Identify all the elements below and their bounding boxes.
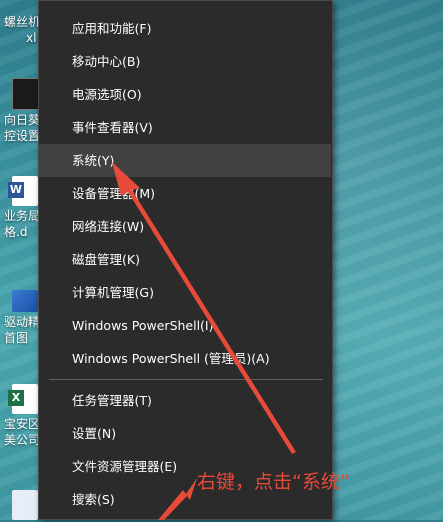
annotation-arrow-to-system xyxy=(112,162,296,454)
annotation-arrows xyxy=(112,162,296,520)
annotation-text: 右键，点击“系统” xyxy=(197,471,350,493)
annotation-arrow-bottom xyxy=(158,478,197,520)
